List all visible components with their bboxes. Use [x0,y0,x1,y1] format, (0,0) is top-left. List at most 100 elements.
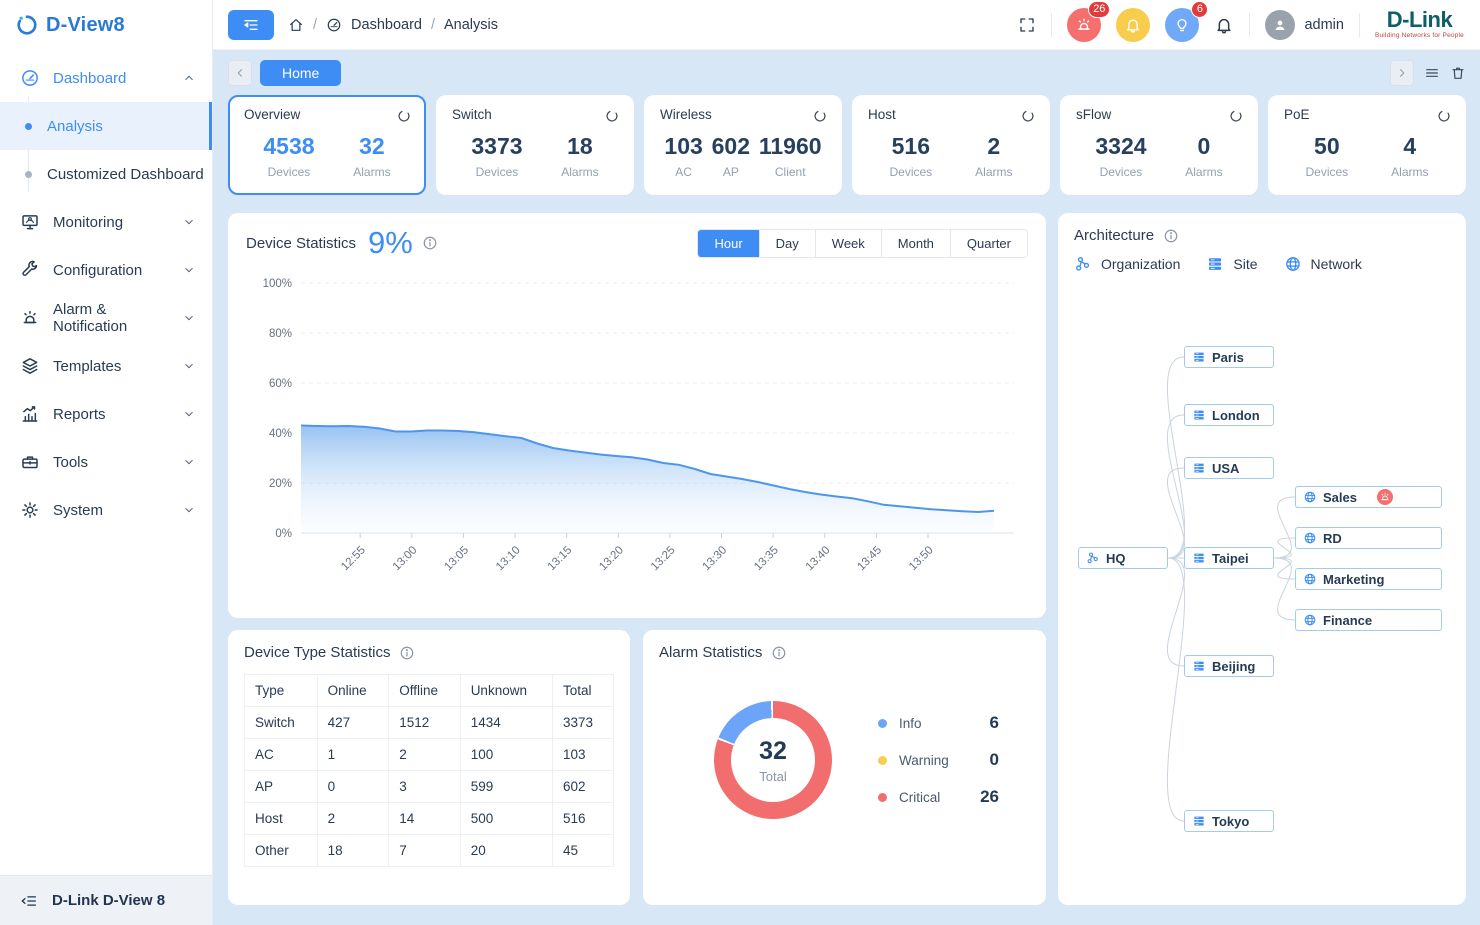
svg-text:13:05: 13:05 [442,544,471,573]
cell-offline[interactable]: 2 [389,739,460,771]
range-tab-quarter[interactable]: Quarter [950,230,1027,257]
tree-node-marketing[interactable]: Marketing [1295,568,1442,590]
cell-unknown[interactable]: 100 [460,739,552,771]
chevron-up-icon [182,71,196,85]
sidebar-item-system[interactable]: System [0,486,212,534]
cell-unknown[interactable]: 500 [460,803,552,835]
tab-scroll-right-button[interactable] [1390,60,1414,86]
sidebar-item-reports[interactable]: Reports [0,390,212,438]
tips-button[interactable]: 6 [1165,8,1199,42]
chevron-down-icon [182,503,196,517]
collapse-menu-button[interactable] [228,10,274,40]
cell-unknown[interactable]: 1434 [460,707,552,739]
info-icon[interactable] [422,235,438,251]
refresh-icon[interactable] [604,108,620,124]
tree-node-rd[interactable]: RD [1295,527,1442,549]
range-tab-month[interactable]: Month [881,230,950,257]
table-row: Host 2 14 500 516 [245,803,614,835]
cell-unknown[interactable]: 20 [460,835,552,867]
refresh-icon[interactable] [396,108,412,124]
sidebar-item-label: Tools [53,454,88,471]
info-icon[interactable] [1163,228,1179,244]
metric-label: AP [712,165,750,179]
stat-card-title: sFlow [1076,107,1242,122]
stat-card-metrics: 516 Devices 2 Alarms [868,133,1034,179]
stat-card-sflow[interactable]: sFlow 3324 Devices 0 Alarms [1060,95,1258,195]
metric-label: Alarms [1185,165,1222,179]
cell-unknown[interactable]: 599 [460,771,552,803]
cell-online[interactable]: 2 [317,803,389,835]
range-tab-week[interactable]: Week [815,230,881,257]
toolbox-icon [20,452,40,472]
stat-card-title: PoE [1284,107,1450,122]
stat-card-host[interactable]: Host 516 Devices 2 Alarms [852,95,1050,195]
stat-card-poe[interactable]: PoE 50 Devices 4 Alarms [1268,95,1466,195]
tree-node-paris[interactable]: Paris [1184,346,1274,368]
architecture-title: Architecture [1074,227,1154,244]
dlink-logo: D-Link Building Networks for People [1375,9,1464,40]
tree-node-usa[interactable]: USA [1184,457,1274,479]
range-tab-hour[interactable]: Hour [698,230,758,257]
sidebar-item-monitoring[interactable]: Monitoring [0,198,212,246]
cell-offline[interactable]: 7 [389,835,460,867]
home-icon[interactable] [288,17,304,33]
metric-devices: 3324 Devices [1095,133,1146,179]
range-tab-day[interactable]: Day [759,230,815,257]
stat-card-switch[interactable]: Switch 3373 Devices 18 Alarms [436,95,634,195]
tab-list-icon[interactable] [1424,65,1440,81]
info-icon[interactable] [771,645,787,661]
top-header: / Dashboard / Analysis 26 6 [213,0,1480,50]
stat-card-title: Host [868,107,1034,122]
cell-online[interactable]: 427 [317,707,389,739]
sidebar-collapse-button[interactable]: D-Link D-View 8 [0,875,212,925]
tree-node-taipei[interactable]: Taipei [1184,547,1274,569]
refresh-icon[interactable] [1436,108,1452,124]
sidebar-item-label: Templates [53,358,121,375]
sidebar-item-templates[interactable]: Templates [0,342,212,390]
stat-card-overview[interactable]: Overview 4538 Devices 32 Alarms [228,95,426,195]
node-alarm-badge[interactable] [1377,489,1393,505]
cell-online[interactable]: 1 [317,739,389,771]
svg-text:100%: 100% [263,278,292,290]
tree-node-tokyo[interactable]: Tokyo [1184,810,1274,832]
info-icon[interactable] [399,645,415,661]
sidebar-item-alarm-notification[interactable]: Alarm & Notification [0,294,212,342]
refresh-icon[interactable] [1020,108,1036,124]
cell-online[interactable]: 0 [317,771,389,803]
cell-online[interactable]: 18 [317,835,389,867]
bullet-dot-icon [25,123,32,130]
user-menu[interactable]: admin [1265,10,1344,40]
cell-offline[interactable]: 14 [389,803,460,835]
breadcrumb-dashboard[interactable]: Dashboard [351,17,422,33]
table-header-unknown: Unknown [460,675,552,707]
fullscreen-icon[interactable] [1018,16,1036,34]
svg-text:13:45: 13:45 [855,544,884,573]
warning-alarms-button[interactable] [1116,8,1150,42]
sidebar-item-dashboard[interactable]: Dashboard [0,54,212,102]
breadcrumb-analysis: Analysis [444,17,498,33]
breadcrumb-separator: / [313,17,317,33]
metric-ac: 103 AC [664,133,702,179]
tree-node-beijing[interactable]: Beijing [1184,655,1274,677]
tree-node-sales[interactable]: Sales [1295,486,1442,508]
metric-value: 11960 [759,133,822,160]
cell-offline[interactable]: 1512 [389,707,460,739]
notification-bell-icon[interactable] [1214,15,1234,35]
sidebar-item-tools[interactable]: Tools [0,438,212,486]
refresh-icon[interactable] [812,108,828,124]
svg-text:20%: 20% [269,478,292,490]
refresh-icon[interactable] [1228,108,1244,124]
critical-alarms-button[interactable]: 26 [1067,8,1101,42]
bottom-row: Device Type Statistics TypeOnlineOffline… [228,630,1046,905]
tab-home[interactable]: Home [260,60,341,86]
sidebar-item-configuration[interactable]: Configuration [0,246,212,294]
tab-trash-icon[interactable] [1450,65,1466,81]
stat-card-wireless[interactable]: Wireless 103 AC 602 AP 11960 Client [644,95,842,195]
tab-scroll-left-button[interactable] [228,60,252,86]
tree-node-hq[interactable]: HQ [1078,547,1168,569]
tree-node-finance[interactable]: Finance [1295,609,1442,631]
sidebar-item-analysis[interactable]: Analysis [0,102,212,150]
sidebar-item-customized-dashboard[interactable]: Customized Dashboard [0,150,212,198]
tree-node-london[interactable]: London [1184,404,1274,426]
cell-offline[interactable]: 3 [389,771,460,803]
